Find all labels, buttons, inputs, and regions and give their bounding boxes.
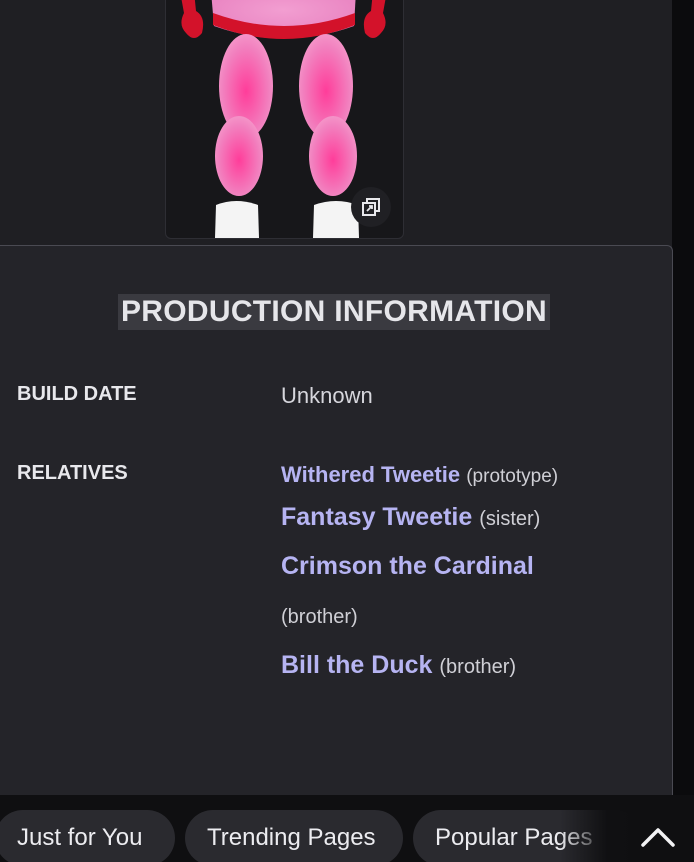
build-date-value: Unknown: [281, 383, 373, 408]
expand-icon: [362, 198, 380, 216]
relative-item: Withered Tweetie (prototype): [281, 462, 558, 488]
section-title: PRODUCTION INFORMATION: [118, 294, 550, 330]
relative-link[interactable]: Crimson the Cardinal: [281, 552, 534, 580]
relative-item: Crimson the Cardinal: [281, 552, 534, 581]
scroll-to-top-button[interactable]: [636, 815, 680, 859]
relatives-label: RELATIVES: [17, 462, 128, 484]
relative-note: (sister): [479, 508, 541, 530]
relative-link[interactable]: Bill the Duck: [281, 651, 432, 679]
expand-image-button[interactable]: [351, 187, 391, 227]
relative-item: Bill the Duck (brother): [281, 651, 516, 680]
relative-link[interactable]: Fantasy Tweetie: [281, 503, 472, 531]
relative-item: (brother): [281, 606, 358, 629]
relative-note: (brother): [439, 656, 517, 678]
page: PRODUCTION INFORMATION BUILD DATE Unknow…: [0, 0, 694, 862]
scroll-edge: [672, 0, 694, 862]
bottom-nav-bar: Just for You Trending Pages Popular Page…: [0, 795, 694, 862]
relative-link[interactable]: Withered Tweetie: [281, 462, 460, 487]
relative-item: Fantasy Tweetie (sister): [281, 503, 540, 532]
build-date-label: BUILD DATE: [17, 383, 137, 405]
chevron-up-icon: [641, 828, 675, 847]
relative-note: (brother): [281, 606, 358, 628]
nav-pill-just-for-you[interactable]: Just for You: [0, 810, 175, 862]
nav-pill-trending-pages[interactable]: Trending Pages: [185, 810, 403, 862]
relative-note: (prototype): [466, 466, 559, 487]
infobox-panel: PRODUCTION INFORMATION BUILD DATE Unknow…: [0, 245, 673, 806]
